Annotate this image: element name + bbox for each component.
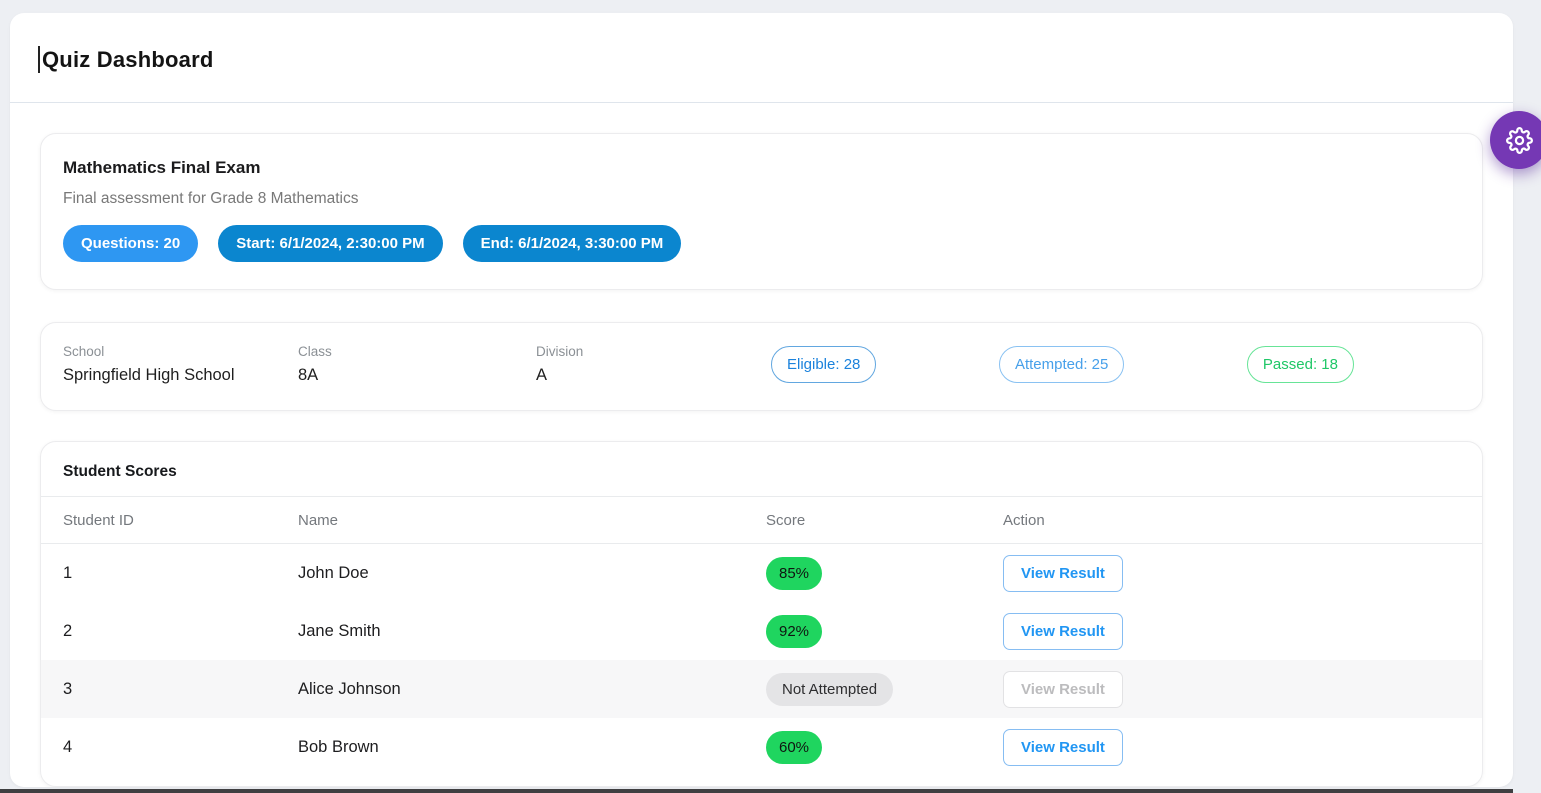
page-title: Quiz Dashboard [42, 47, 214, 73]
table-body: 1 John Doe 85% View Result 2 Jane Smith … [41, 544, 1482, 776]
class-value: 8A [298, 366, 536, 385]
stats-row: Eligible: 28 Attempted: 25 Passed: 18 [696, 346, 1460, 383]
scores-heading-wrap: Student Scores [41, 442, 1482, 497]
score-badge: 85% [766, 557, 822, 590]
table-row: 4 Bob Brown 60% View Result [41, 718, 1482, 776]
column-header-score: Score [766, 512, 1003, 529]
text-caret [38, 46, 40, 73]
exam-pill-row: Questions: 20 Start: 6/1/2024, 2:30:00 P… [63, 225, 1460, 262]
class-info-card: School Springfield High School Class 8A … [40, 322, 1483, 411]
table-row: 2 Jane Smith 92% View Result [41, 602, 1482, 660]
school-value: Springfield High School [63, 366, 298, 385]
scores-heading: Student Scores [63, 463, 1460, 481]
horizontal-scrollbar[interactable] [0, 789, 1513, 793]
column-header-action: Action [1003, 512, 1482, 529]
passed-badge: Passed: 18 [1247, 346, 1354, 383]
division-label: Division [536, 344, 696, 359]
class-field: Class 8A [298, 344, 536, 385]
settings-fab-button[interactable] [1490, 111, 1541, 169]
score-badge: 92% [766, 615, 822, 648]
class-label: Class [298, 344, 536, 359]
table-row: 3 Alice Johnson Not Attempted View Resul… [41, 660, 1482, 718]
division-field: Division A [536, 344, 696, 385]
exam-title: Mathematics Final Exam [63, 158, 1460, 178]
column-header-student-id: Student ID [63, 512, 298, 529]
attempted-badge: Attempted: 25 [999, 346, 1124, 383]
page-header: Quiz Dashboard [10, 13, 1513, 103]
column-header-name: Name [298, 512, 766, 529]
school-field: School Springfield High School [63, 344, 298, 385]
main-panel: Quiz Dashboard Mathematics Final Exam Fi… [10, 13, 1513, 787]
student-scores-card: Student Scores Student ID Name Score Act… [40, 441, 1483, 787]
school-label: School [63, 344, 298, 359]
exam-subtitle: Final assessment for Grade 8 Mathematics [63, 190, 1460, 208]
end-time-pill: End: 6/1/2024, 3:30:00 PM [463, 225, 682, 262]
student-name-cell: John Doe [298, 564, 766, 583]
division-value: A [536, 366, 696, 385]
action-cell: View Result [1003, 555, 1482, 592]
questions-count-pill: Questions: 20 [63, 225, 198, 262]
score-cell: 92% [766, 615, 1003, 648]
view-result-button[interactable]: View Result [1003, 555, 1123, 592]
score-cell: 60% [766, 731, 1003, 764]
student-id-cell: 3 [63, 680, 298, 699]
action-cell: View Result [1003, 729, 1482, 766]
student-id-cell: 4 [63, 738, 298, 757]
start-time-pill: Start: 6/1/2024, 2:30:00 PM [218, 225, 442, 262]
score-badge: Not Attempted [766, 673, 893, 706]
student-id-cell: 2 [63, 622, 298, 641]
view-result-button[interactable]: View Result [1003, 671, 1123, 708]
student-name-cell: Bob Brown [298, 738, 766, 757]
view-result-button[interactable]: View Result [1003, 613, 1123, 650]
action-cell: View Result [1003, 613, 1482, 650]
student-name-cell: Jane Smith [298, 622, 766, 641]
student-name-cell: Alice Johnson [298, 680, 766, 699]
action-cell: View Result [1003, 671, 1482, 708]
eligible-badge: Eligible: 28 [771, 346, 876, 383]
score-cell: Not Attempted [766, 673, 1003, 706]
gear-icon [1506, 127, 1533, 154]
score-cell: 85% [766, 557, 1003, 590]
content-area: Mathematics Final Exam Final assessment … [10, 103, 1513, 787]
score-badge: 60% [766, 731, 822, 764]
exam-card: Mathematics Final Exam Final assessment … [40, 133, 1483, 290]
view-result-button[interactable]: View Result [1003, 729, 1123, 766]
table-row: 1 John Doe 85% View Result [41, 544, 1482, 602]
student-id-cell: 1 [63, 564, 298, 583]
table-header-row: Student ID Name Score Action [41, 497, 1482, 544]
